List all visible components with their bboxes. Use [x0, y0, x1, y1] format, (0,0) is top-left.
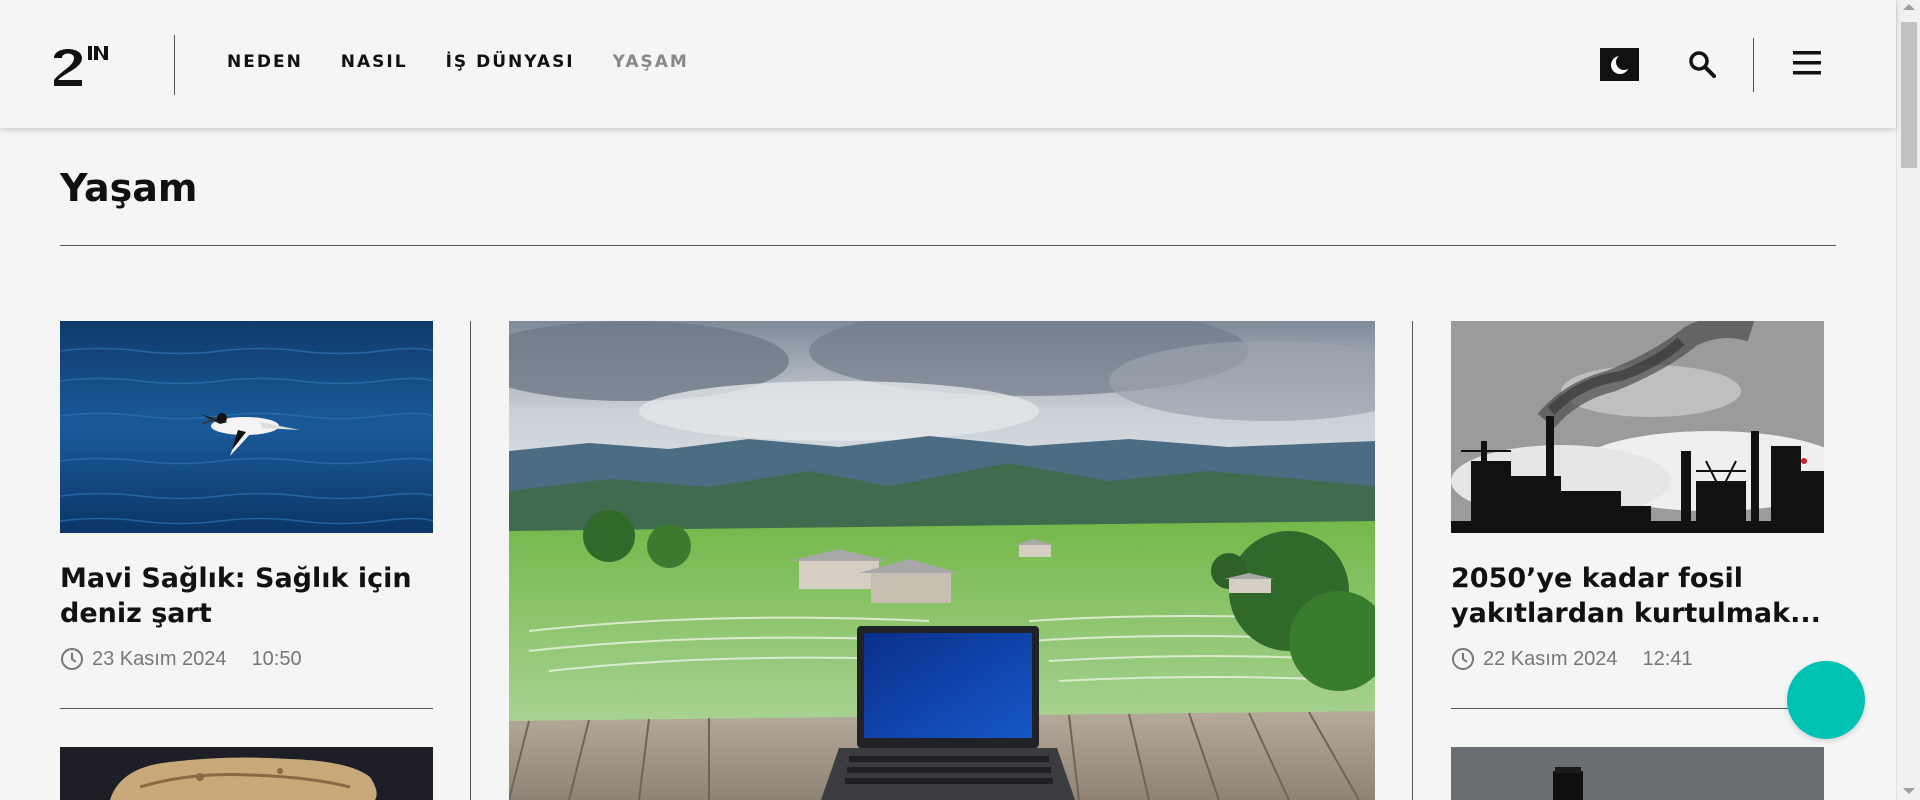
- page-title: Yaşam: [60, 166, 198, 210]
- scroll-down-arrow-icon[interactable]: [1903, 788, 1915, 794]
- nav-item-nasil[interactable]: NASIL: [341, 52, 408, 72]
- article-image-bottle[interactable]: [1451, 747, 1824, 800]
- hamburger-menu-icon[interactable]: [1793, 50, 1821, 76]
- nav-item-neden[interactable]: NEDEN: [227, 52, 303, 72]
- article-divider: [60, 708, 433, 709]
- article-time: 10:50: [251, 647, 302, 670]
- scroll-up-arrow-icon[interactable]: [1903, 4, 1915, 10]
- page-scrollbar[interactable]: [1896, 0, 1920, 800]
- site-logo[interactable]: [52, 42, 110, 88]
- article-meta: 23 Kasım 2024 10:50: [60, 647, 302, 671]
- dark-mode-toggle[interactable]: [1600, 48, 1639, 81]
- column-divider: [1412, 321, 1413, 800]
- article-date: 22 Kasım 2024: [1483, 647, 1618, 670]
- nav-item-yasam[interactable]: YAŞAM: [613, 52, 689, 72]
- article-title[interactable]: 2050’ye kadar fosil yakıtlardan kurtulma…: [1451, 561, 1824, 631]
- article-time: 12:41: [1642, 647, 1693, 670]
- logo-divider: [174, 35, 175, 95]
- article-title[interactable]: Mavi Sağlık: Sağlık için deniz şart: [60, 561, 433, 631]
- article-date: 23 Kasım 2024: [92, 647, 227, 670]
- article-divider: [1451, 708, 1824, 709]
- site-header: NEDEN NASIL İŞ DÜNYASI YAŞAM: [0, 0, 1896, 128]
- scrollbar-thumb[interactable]: [1901, 22, 1917, 168]
- article-image-rock[interactable]: [60, 747, 433, 800]
- article-meta: 22 Kasım 2024 12:41: [1451, 647, 1693, 671]
- clock-icon: [1452, 648, 1474, 670]
- header-divider: [1753, 38, 1754, 92]
- column-divider: [470, 321, 471, 800]
- title-divider: [60, 245, 1836, 246]
- clock-icon: [61, 648, 83, 670]
- moon-icon: [1610, 53, 1631, 74]
- article-image-bird[interactable]: [60, 321, 433, 533]
- featured-article-image[interactable]: [509, 321, 1375, 800]
- main-nav: NEDEN NASIL İŞ DÜNYASI YAŞAM: [227, 52, 689, 72]
- search-icon[interactable]: [1688, 50, 1716, 78]
- floating-action-button[interactable]: [1787, 661, 1865, 739]
- article-image-industry[interactable]: [1451, 321, 1824, 533]
- nav-item-is-dunyasi[interactable]: İŞ DÜNYASI: [446, 52, 575, 72]
